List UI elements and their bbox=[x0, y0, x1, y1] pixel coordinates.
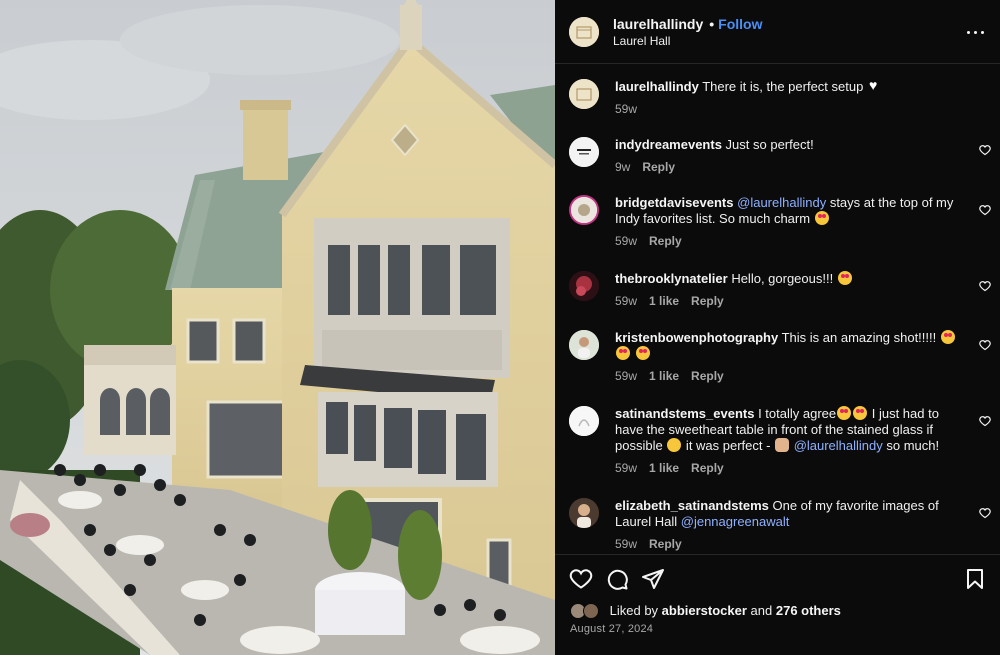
comment-text: Hello, gorgeous!!! bbox=[727, 271, 837, 286]
heart-eyes-emoji-icon bbox=[853, 406, 868, 420]
mention-link[interactable]: @jennagreenawalt bbox=[681, 514, 790, 529]
post-date: August 27, 2024 bbox=[570, 623, 654, 635]
comment-username[interactable]: kristenbowenphotography bbox=[615, 330, 778, 345]
faces-emoji-icon bbox=[775, 438, 790, 452]
like-comment-heart-icon[interactable] bbox=[979, 415, 991, 427]
header-separator: • bbox=[709, 16, 715, 32]
venue-photo-illustration bbox=[0, 0, 555, 655]
comment-likes-count[interactable]: 1 like bbox=[649, 294, 679, 308]
comment-time: 59w bbox=[615, 369, 638, 383]
comment-text: This is an amazing shot!!!!! bbox=[778, 330, 940, 345]
heart-eyes-emoji-icon bbox=[837, 406, 852, 420]
post-photo[interactable] bbox=[0, 0, 555, 655]
follow-button[interactable]: Follow bbox=[718, 16, 762, 32]
mention-link[interactable]: @laurelhallindy bbox=[737, 195, 826, 210]
reply-button[interactable]: Reply bbox=[642, 160, 675, 174]
comment-username[interactable]: satinandstems_events bbox=[615, 406, 754, 421]
smiling-hearts-emoji-icon bbox=[667, 438, 682, 452]
white-heart-icon bbox=[868, 77, 882, 93]
like-comment-heart-icon[interactable] bbox=[979, 339, 991, 351]
reply-button[interactable]: Reply bbox=[691, 294, 724, 308]
comment-time: 59w bbox=[615, 461, 638, 475]
commenter-avatar[interactable] bbox=[569, 195, 599, 225]
comment-time: 9w bbox=[615, 160, 631, 174]
caption-username[interactable]: laurelhallindy bbox=[615, 79, 699, 94]
comments-list[interactable]: laurelhallindy There it is, the perfect … bbox=[555, 64, 1000, 554]
comment-time: 59w bbox=[615, 294, 638, 308]
liker-avatar bbox=[583, 603, 599, 619]
heart-eyes-emoji-icon bbox=[837, 271, 852, 285]
liked-by-user[interactable]: abbierstocker bbox=[662, 603, 747, 618]
heart-icon[interactable] bbox=[569, 567, 593, 591]
like-comment-heart-icon[interactable] bbox=[979, 507, 991, 519]
caption-time: 59w bbox=[615, 102, 638, 116]
like-comment-heart-icon[interactable] bbox=[979, 144, 991, 156]
heart-eyes-emoji-icon bbox=[940, 330, 955, 344]
commenter-avatar[interactable] bbox=[569, 137, 599, 167]
likes-count[interactable]: 276 others bbox=[776, 603, 841, 618]
comment-likes-count[interactable]: 1 like bbox=[649, 369, 679, 383]
more-horizontal-icon[interactable] bbox=[964, 22, 988, 42]
author-avatar[interactable] bbox=[569, 79, 599, 109]
bookmark-icon[interactable] bbox=[963, 567, 987, 591]
heart-eyes-emoji-icon bbox=[814, 211, 829, 225]
share-icon[interactable] bbox=[641, 567, 665, 591]
comment-time: 59w bbox=[615, 234, 638, 248]
post-location[interactable]: Laurel Hall bbox=[613, 34, 670, 48]
comment-username[interactable]: indydreamevents bbox=[615, 137, 722, 152]
post-actions-bar: Liked by abbierstocker and 276 others Au… bbox=[555, 554, 1000, 655]
reply-button[interactable]: Reply bbox=[691, 369, 724, 383]
comment-icon[interactable] bbox=[605, 567, 629, 591]
comment-time: 59w bbox=[615, 537, 638, 551]
author-avatar[interactable] bbox=[569, 17, 599, 47]
author-username[interactable]: laurelhallindy bbox=[613, 16, 703, 32]
mention-link[interactable]: @laurelhallindy bbox=[794, 438, 883, 453]
reply-button[interactable]: Reply bbox=[649, 537, 682, 551]
caption-text: There it is, the perfect setup bbox=[698, 79, 867, 94]
commenter-avatar[interactable] bbox=[569, 271, 599, 301]
comment-username[interactable]: thebrooklynatelier bbox=[615, 271, 728, 286]
commenter-avatar[interactable] bbox=[569, 330, 599, 360]
like-comment-heart-icon[interactable] bbox=[979, 204, 991, 216]
reply-button[interactable]: Reply bbox=[691, 461, 724, 475]
heart-eyes-emoji-icon bbox=[616, 346, 630, 360]
comment-text: I totally agree bbox=[754, 406, 837, 421]
post-side-panel: laurelhallindy • Follow Laurel Hall laurel… bbox=[555, 0, 1000, 655]
reply-button[interactable]: Reply bbox=[649, 234, 682, 248]
likes-summary[interactable]: Liked by abbierstocker and 276 others bbox=[570, 603, 841, 619]
comment-text: Just so perfect! bbox=[721, 137, 814, 152]
commenter-avatar[interactable] bbox=[569, 498, 599, 528]
comment-likes-count[interactable]: 1 like bbox=[649, 461, 679, 475]
comment-username[interactable]: bridgetdavisevents bbox=[615, 195, 734, 210]
post-header: laurelhallindy • Follow Laurel Hall bbox=[555, 0, 1000, 64]
instagram-post-view: laurelhallindy • Follow Laurel Hall laurel… bbox=[0, 0, 1000, 655]
commenter-avatar[interactable] bbox=[569, 406, 599, 436]
like-comment-heart-icon[interactable] bbox=[979, 280, 991, 292]
heart-eyes-emoji-icon bbox=[635, 346, 650, 360]
comment-username[interactable]: elizabeth_satinandstems bbox=[615, 498, 769, 513]
